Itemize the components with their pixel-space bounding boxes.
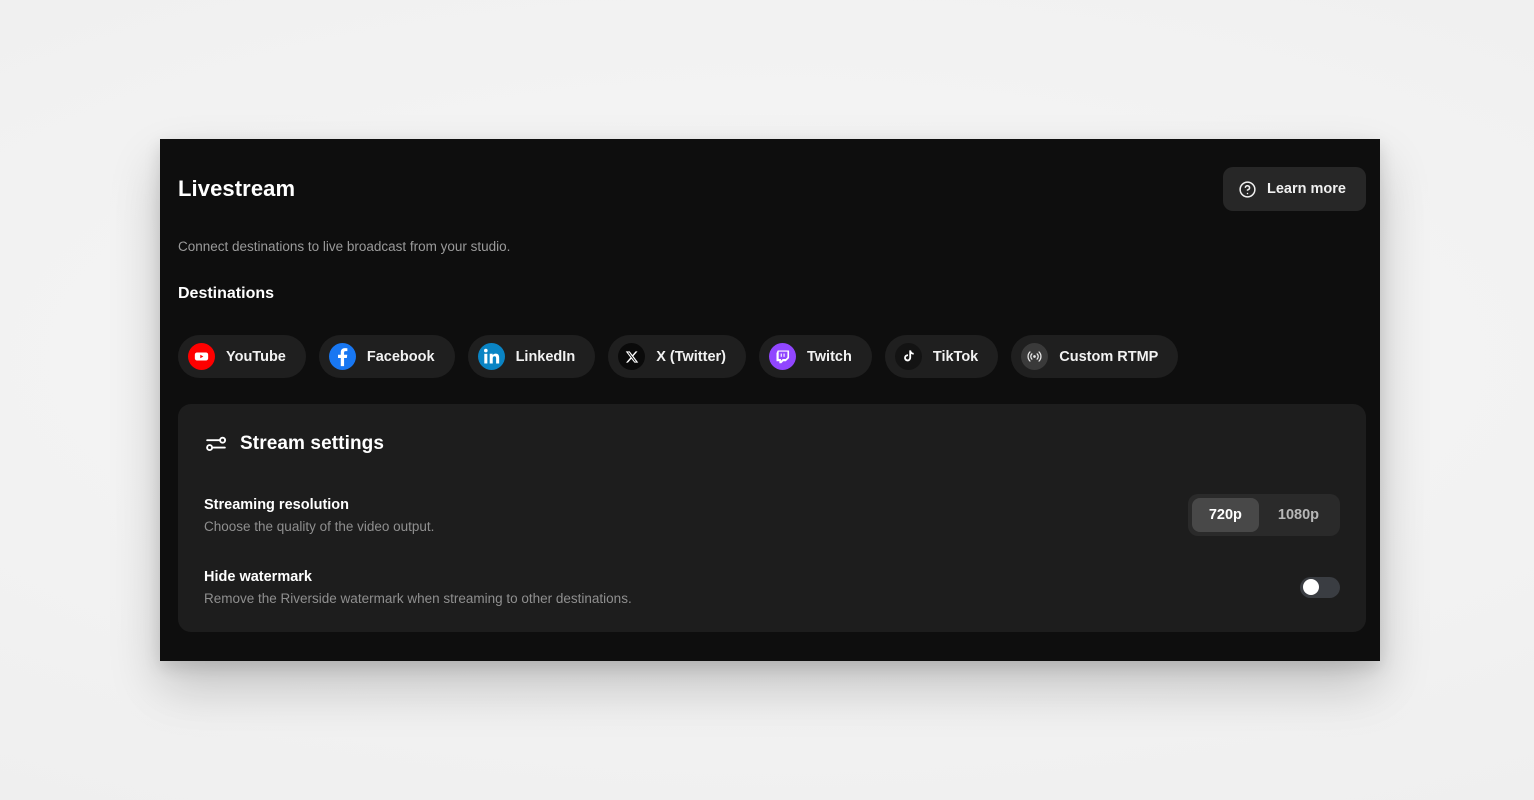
youtube-icon — [188, 343, 215, 370]
resolution-option-1080p[interactable]: 1080p — [1261, 498, 1336, 532]
destination-chip-twitch[interactable]: Twitch — [759, 335, 872, 378]
x-twitter-icon — [618, 343, 646, 370]
header: Livestream Learn more — [178, 167, 1366, 215]
page-subtitle: Connect destinations to live broadcast f… — [178, 239, 511, 254]
destination-label: X (Twitter) — [656, 348, 726, 365]
stream-settings-header: Stream settings — [204, 432, 384, 456]
destination-chip-x-twitter[interactable]: X (Twitter) — [608, 335, 746, 378]
broadcast-icon — [1021, 343, 1049, 370]
twitch-icon — [769, 343, 796, 370]
toggle-knob — [1302, 579, 1319, 595]
resolution-description: Choose the quality of the video output. — [204, 518, 435, 534]
stream-settings-title: Stream settings — [240, 433, 385, 454]
destination-label: Facebook — [366, 348, 435, 365]
page-title: Livestream — [178, 176, 296, 201]
destinations-heading: Destinations — [178, 285, 275, 302]
question-circle-icon — [1238, 180, 1257, 199]
linkedin-icon — [477, 343, 505, 370]
destinations-list: YouTube Facebook LinkedIn X (Twitter) Tw… — [178, 335, 1366, 378]
destination-label: LinkedIn — [515, 348, 576, 365]
destination-label: YouTube — [226, 348, 286, 365]
watermark-description: Remove the Riverside watermark when stre… — [204, 590, 632, 606]
destination-chip-custom-rtmp[interactable]: Custom RTMP — [1011, 335, 1179, 378]
learn-more-button[interactable]: Learn more — [1223, 167, 1366, 211]
destination-chip-youtube[interactable]: YouTube — [178, 335, 306, 378]
watermark-title: Hide watermark — [204, 568, 312, 585]
tiktok-icon — [894, 343, 922, 370]
hide-watermark-toggle[interactable] — [1300, 576, 1340, 598]
resolution-option-720p[interactable]: 720p — [1191, 498, 1259, 532]
destination-label: Twitch — [807, 348, 852, 365]
livestream-window: Livestream Learn more Connect destinatio… — [160, 139, 1380, 661]
stream-settings-card: Stream settings Streaming resolution Cho… — [178, 404, 1366, 632]
learn-more-label: Learn more — [1267, 181, 1346, 197]
destination-label: Custom RTMP — [1059, 348, 1159, 365]
destination-label: TikTok — [932, 348, 979, 365]
resolution-texts: Streaming resolution Choose the quality … — [204, 497, 434, 534]
facebook-icon — [328, 343, 356, 370]
watermark-texts: Hide watermark Remove the Riverside wate… — [204, 569, 632, 606]
resolution-title: Streaming resolution — [204, 496, 350, 513]
page-backdrop: Livestream Learn more Connect destinatio… — [0, 0, 1534, 800]
sliders-icon — [204, 432, 228, 456]
destination-chip-facebook[interactable]: Facebook — [318, 335, 455, 378]
setting-row-watermark: Hide watermark Remove the Riverside wate… — [204, 563, 1340, 611]
destination-chip-linkedin[interactable]: LinkedIn — [467, 335, 596, 378]
setting-row-resolution: Streaming resolution Choose the quality … — [204, 491, 1340, 539]
resolution-segmented-control[interactable]: 720p 1080p — [1187, 494, 1340, 536]
destination-chip-tiktok[interactable]: TikTok — [884, 335, 999, 378]
